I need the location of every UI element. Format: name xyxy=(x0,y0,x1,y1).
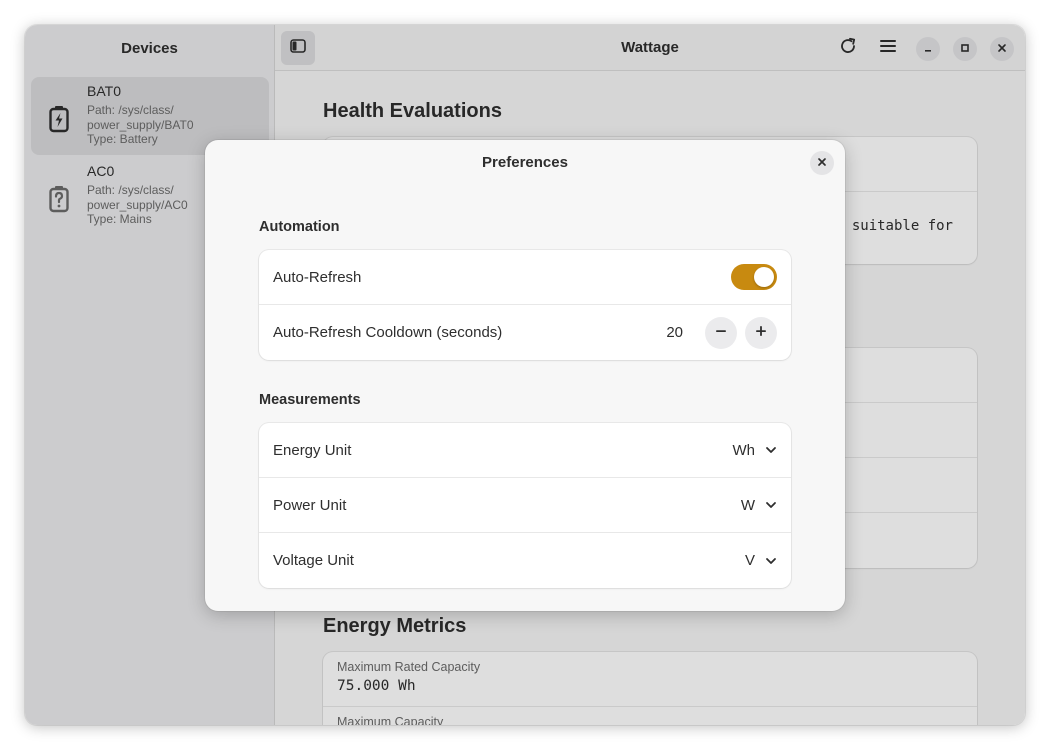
power-unit-label: Power Unit xyxy=(273,496,347,514)
cooldown-label: Auto-Refresh Cooldown (seconds) xyxy=(273,324,503,341)
dialog-title: Preferences xyxy=(482,154,568,171)
plus-icon xyxy=(755,324,767,342)
auto-refresh-row[interactable]: Auto-Refresh xyxy=(259,250,791,305)
measurements-group-title: Measurements xyxy=(259,392,361,408)
energy-unit-value: Wh xyxy=(732,441,756,459)
measurements-card: Energy Unit Wh Power Unit W Voltage Unit… xyxy=(259,423,791,588)
power-unit-row[interactable]: Power Unit W xyxy=(259,478,791,533)
dialog-close-button[interactable] xyxy=(810,151,834,175)
switch-knob xyxy=(754,267,774,287)
chevron-down-icon xyxy=(765,552,777,570)
close-icon xyxy=(817,154,827,172)
preferences-dialog: Preferences Automation Auto-Refresh Auto… xyxy=(205,140,845,611)
voltage-unit-value: V xyxy=(744,552,755,569)
increment-button[interactable] xyxy=(745,316,777,349)
auto-refresh-label: Auto-Refresh xyxy=(273,268,362,286)
decrement-button[interactable] xyxy=(705,316,737,349)
voltage-unit-label: Voltage Unit xyxy=(273,552,354,569)
chevron-down-icon xyxy=(765,496,777,514)
chevron-down-icon xyxy=(765,441,777,459)
power-unit-value: W xyxy=(740,496,755,514)
energy-unit-label: Energy Unit xyxy=(273,441,352,459)
auto-refresh-switch[interactable] xyxy=(731,264,777,290)
energy-unit-row[interactable]: Energy Unit Wh xyxy=(259,423,791,478)
cooldown-value[interactable]: 20 xyxy=(666,324,683,341)
cooldown-row: Auto-Refresh Cooldown (seconds) 20 xyxy=(259,305,791,360)
automation-group-title: Automation xyxy=(259,219,340,235)
minus-icon xyxy=(715,324,727,342)
voltage-unit-row[interactable]: Voltage Unit V xyxy=(259,533,791,588)
automation-card: Auto-Refresh Auto-Refresh Cooldown (seco… xyxy=(259,250,791,360)
